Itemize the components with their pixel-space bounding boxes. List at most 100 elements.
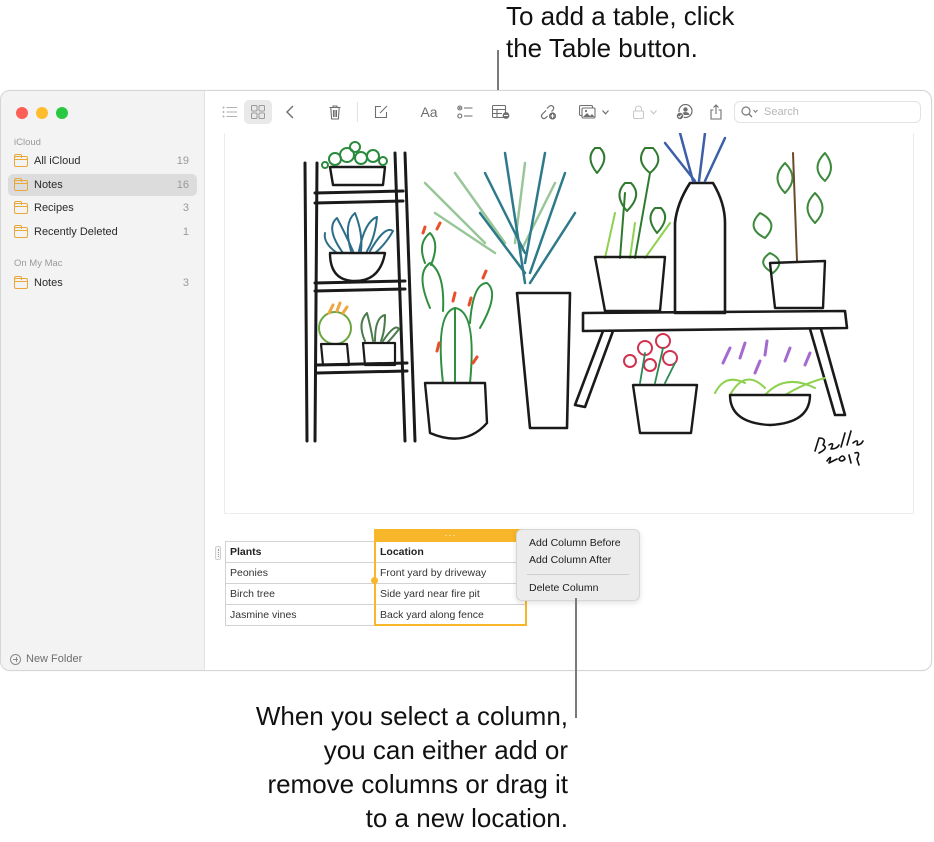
bowl-pot bbox=[328, 251, 387, 283]
column-drag-handle[interactable]: ··· ⌄ bbox=[374, 529, 527, 542]
checklist-button[interactable] bbox=[456, 100, 474, 124]
ladder-shelf bbox=[303, 151, 417, 443]
folder-name: Notes bbox=[34, 179, 63, 191]
table-row: Jasmine vines Back yard along fence bbox=[225, 604, 527, 626]
new-note-button[interactable] bbox=[372, 100, 390, 124]
chevron-down-icon bbox=[650, 109, 657, 115]
table-icon bbox=[492, 105, 510, 119]
media-button[interactable] bbox=[576, 100, 612, 124]
search-icon bbox=[741, 106, 758, 118]
new-folder-button[interactable]: New Folder bbox=[10, 653, 82, 665]
sidebar-item-recently-deleted[interactable]: Recently Deleted 1 bbox=[8, 221, 197, 243]
plant-sketch-drawing[interactable] bbox=[224, 133, 914, 514]
folder-name: Notes bbox=[34, 277, 63, 289]
window-controls bbox=[16, 107, 68, 119]
list-view-button[interactable] bbox=[220, 100, 240, 124]
close-button[interactable] bbox=[16, 107, 28, 119]
menu-item-add-column-after[interactable]: Add Column After bbox=[517, 552, 639, 569]
toolbar-divider bbox=[357, 102, 358, 122]
lavender bbox=[721, 339, 812, 375]
table-header-cell[interactable]: Plants bbox=[225, 541, 376, 563]
rubber-plant bbox=[752, 152, 832, 274]
compose-icon bbox=[374, 105, 388, 119]
red-flowers bbox=[623, 333, 678, 372]
sidebar-item-all-icloud[interactable]: All iCloud 19 bbox=[8, 150, 197, 172]
palm-leaves-dark bbox=[478, 151, 577, 285]
callout-select-column: When you select a column, you can either… bbox=[200, 699, 568, 835]
bowl-pot bbox=[728, 393, 812, 427]
share-button[interactable] bbox=[708, 100, 724, 124]
trailing-plant bbox=[321, 141, 388, 169]
callout-line: To add a table, click bbox=[506, 1, 735, 31]
folder-count: 19 bbox=[176, 155, 189, 167]
callout-line: to a new location. bbox=[365, 803, 568, 833]
pot bbox=[593, 255, 667, 313]
folder-count: 1 bbox=[182, 226, 189, 238]
row-drag-handle[interactable] bbox=[215, 546, 221, 560]
add-link-button[interactable] bbox=[538, 100, 558, 124]
minimize-button[interactable] bbox=[36, 107, 48, 119]
menu-item-delete-column[interactable]: Delete Column bbox=[517, 580, 639, 597]
chevron-left-icon bbox=[286, 105, 294, 119]
table-button[interactable] bbox=[491, 100, 511, 124]
share-icon bbox=[710, 104, 722, 120]
sidebar-item-notes[interactable]: Notes 16 bbox=[8, 174, 197, 196]
table-cell[interactable]: Peonies bbox=[225, 562, 376, 584]
callout-line: you can either add or bbox=[323, 735, 568, 765]
plus-circle-icon bbox=[10, 653, 21, 665]
gallery-view-button[interactable] bbox=[244, 100, 272, 124]
callout-table-button: To add a table, click the Table button. bbox=[506, 0, 806, 64]
section-label-on-my-mac: On My Mac bbox=[14, 258, 63, 269]
sidebar-item-recipes[interactable]: Recipes 3 bbox=[8, 197, 197, 219]
delete-button[interactable] bbox=[326, 100, 344, 124]
grid-icon bbox=[251, 105, 265, 119]
column-resize-dot[interactable] bbox=[371, 577, 378, 584]
checklist-icon bbox=[457, 105, 473, 119]
table-cell[interactable]: Front yard by driveway bbox=[375, 562, 527, 584]
folder-count: 3 bbox=[182, 202, 189, 214]
folder-icon bbox=[13, 275, 28, 289]
pot bbox=[328, 165, 387, 187]
toolbar: Aa Search bbox=[206, 91, 931, 133]
table-cell[interactable]: Back yard along fence bbox=[375, 604, 527, 626]
text-format-icon: Aa bbox=[420, 104, 438, 120]
table-header-cell[interactable]: Location bbox=[375, 541, 527, 563]
trash-icon bbox=[329, 104, 341, 120]
back-button[interactable] bbox=[282, 100, 298, 124]
collaborate-button[interactable] bbox=[674, 100, 694, 124]
folder-icon bbox=[13, 224, 28, 238]
callout-line: the Table button. bbox=[506, 33, 698, 63]
section-label-icloud: iCloud bbox=[14, 137, 41, 148]
zoom-button[interactable] bbox=[56, 107, 68, 119]
menu-item-add-column-before[interactable]: Add Column Before bbox=[517, 535, 639, 552]
callout-line: When you select a column, bbox=[255, 701, 568, 731]
sidebar: iCloud All iCloud 19 Notes 16 Recipes 3 … bbox=[1, 91, 205, 670]
ellipsis-icon: ··· bbox=[444, 530, 457, 540]
link-add-icon bbox=[540, 104, 556, 120]
search-field[interactable]: Search bbox=[734, 101, 921, 123]
vase bbox=[673, 181, 727, 315]
table-row: Birch tree Side yard near fire pit bbox=[225, 583, 527, 605]
round-cactus bbox=[318, 311, 352, 345]
new-folder-label: New Folder bbox=[26, 653, 83, 665]
table-header-row: Plants Location bbox=[225, 541, 527, 563]
folder-icon bbox=[13, 153, 28, 167]
table-cell[interactable]: Birch tree bbox=[225, 583, 376, 605]
photo-icon bbox=[579, 105, 596, 119]
lock-button[interactable] bbox=[630, 100, 660, 124]
column-context-menu: Add Column Before Add Column After Delet… bbox=[516, 529, 640, 601]
callout-leader-line bbox=[575, 598, 577, 718]
table-cell[interactable]: Side yard near fire pit bbox=[375, 583, 527, 605]
table-cell[interactable]: Jasmine vines bbox=[225, 604, 376, 626]
pot bbox=[631, 383, 699, 435]
collaborate-icon bbox=[675, 104, 693, 120]
sidebar-item-mac-notes[interactable]: Notes 3 bbox=[8, 272, 197, 294]
format-button[interactable]: Aa bbox=[418, 100, 440, 124]
search-placeholder: Search bbox=[764, 106, 799, 118]
folder-name: All iCloud bbox=[34, 155, 81, 167]
list-icon bbox=[222, 106, 237, 118]
chevron-down-icon bbox=[602, 109, 609, 115]
tall-planter bbox=[515, 291, 572, 430]
cactus bbox=[420, 232, 494, 384]
folder-icon bbox=[13, 200, 28, 214]
